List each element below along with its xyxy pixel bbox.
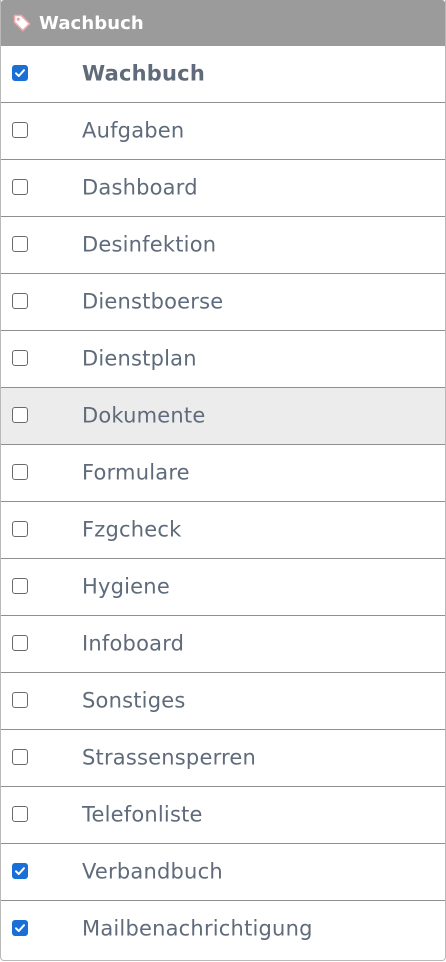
checkbox-checked[interactable] — [12, 863, 28, 879]
panel-header: Wachbuch — [1, 0, 445, 46]
list-item-label: Sonstiges — [82, 688, 186, 713]
list-item[interactable]: Dienstboerse — [1, 274, 445, 331]
checkbox-unchecked[interactable] — [12, 122, 28, 138]
checkbox-checked[interactable] — [12, 920, 28, 936]
list-item-label: Aufgaben — [82, 118, 185, 143]
list-item-label: Hygiene — [82, 574, 170, 599]
list-item[interactable]: Formulare — [1, 445, 445, 502]
list-item[interactable]: Verbandbuch — [1, 844, 445, 901]
list-item-label: Dashboard — [82, 175, 198, 200]
list-item-label: Fzgcheck — [82, 517, 182, 542]
checkbox-unchecked[interactable] — [12, 464, 28, 480]
checkbox-unchecked[interactable] — [12, 350, 28, 366]
list-item[interactable]: Telefonliste — [1, 787, 445, 844]
list-item[interactable]: Dienstplan — [1, 331, 445, 388]
checkbox-unchecked[interactable] — [12, 749, 28, 765]
permission-list: Wachbuch Aufgaben Dashboard Desinfektion… — [1, 46, 445, 957]
list-item[interactable]: Wachbuch — [1, 46, 445, 103]
panel-title: Wachbuch — [39, 12, 144, 34]
checkbox-checked[interactable] — [12, 65, 28, 81]
list-item-label: Mailbenachrichtigung — [82, 916, 313, 941]
checkbox-unchecked[interactable] — [12, 521, 28, 537]
checkbox-unchecked[interactable] — [12, 407, 28, 423]
list-item[interactable]: Dashboard — [1, 160, 445, 217]
checkbox-unchecked[interactable] — [12, 692, 28, 708]
checkbox-unchecked[interactable] — [12, 236, 28, 252]
list-item[interactable]: Strassensperren — [1, 730, 445, 787]
module-permissions-panel: Wachbuch Wachbuch Aufgaben Dashboard Des… — [0, 0, 446, 961]
list-item-label: Dokumente — [82, 403, 206, 428]
list-item-label: Verbandbuch — [82, 859, 223, 884]
list-item[interactable]: Desinfektion — [1, 217, 445, 274]
list-item-label: Dienstboerse — [82, 289, 224, 314]
list-item-label: Strassensperren — [82, 745, 257, 770]
list-item[interactable]: Infoboard — [1, 616, 445, 673]
checkbox-unchecked[interactable] — [12, 578, 28, 594]
list-item-label: Telefonliste — [82, 802, 203, 827]
checkbox-unchecked[interactable] — [12, 635, 28, 651]
list-item-label: Infoboard — [82, 631, 185, 656]
list-item[interactable]: Sonstiges — [1, 673, 445, 730]
list-item[interactable]: Hygiene — [1, 559, 445, 616]
list-item-label: Dienstplan — [82, 346, 197, 371]
checkbox-unchecked[interactable] — [12, 179, 28, 195]
list-item[interactable]: Mailbenachrichtigung — [1, 901, 445, 957]
list-item[interactable]: Dokumente — [1, 388, 445, 445]
list-item-label: Desinfektion — [82, 232, 217, 257]
checkbox-unchecked[interactable] — [12, 806, 28, 822]
list-item-label: Wachbuch — [82, 61, 205, 86]
tag-icon — [11, 12, 33, 34]
list-item-label: Formulare — [82, 460, 190, 485]
checkbox-unchecked[interactable] — [12, 293, 28, 309]
list-item[interactable]: Fzgcheck — [1, 502, 445, 559]
list-item[interactable]: Aufgaben — [1, 103, 445, 160]
